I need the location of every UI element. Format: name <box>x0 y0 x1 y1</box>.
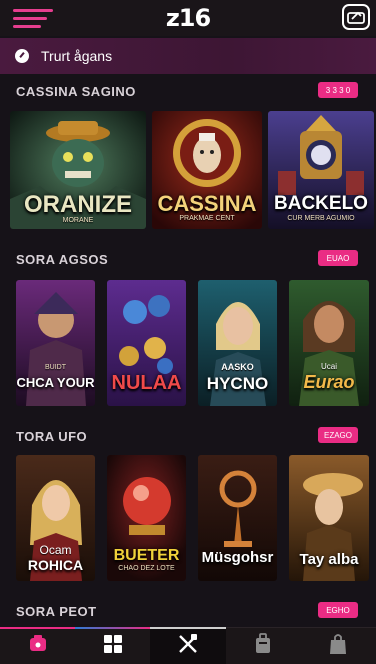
section-title: CASSINA SAGINO <box>16 84 136 99</box>
header: z16 <box>0 0 376 36</box>
search-input[interactable] <box>41 48 341 64</box>
game-title: HYCNO <box>206 374 269 393</box>
nav-tools[interactable] <box>150 627 226 664</box>
game-card[interactable]: ORANIZE MORANE <box>10 111 146 229</box>
game-title: BACKELO <box>274 193 368 214</box>
section-title: SORA PEOT <box>16 604 97 619</box>
section-tora-ufo: TORA UFO EZAGO <box>0 425 376 449</box>
app-logo: z16 <box>165 4 211 32</box>
game-row-1: ORANIZE MORANE CASSINA PRAKMAE CENT BACK… <box>0 111 376 229</box>
game-title: CASSINA <box>157 191 257 216</box>
game-card[interactable]: NULAA <box>107 280 186 406</box>
bag-icon <box>328 633 348 660</box>
game-title: Eurao <box>303 372 355 392</box>
section-badge[interactable]: 3 3 3 0 <box>318 82 358 98</box>
game-title: Tay alba <box>299 551 359 568</box>
search-bar[interactable] <box>0 38 376 74</box>
hamburger-icon[interactable] <box>13 7 53 29</box>
nav-grid[interactable] <box>75 627 151 664</box>
game-subtitle: BUIDT <box>45 364 66 371</box>
section-cassina-sagino: CASSINA SAGINO 3 3 3 0 <box>0 80 376 104</box>
game-row-3: Ocam ROHICA BUETER CHAO DEZ LOTE Müsgohs… <box>0 455 376 581</box>
game-card[interactable]: BUETER CHAO DEZ LOTE <box>107 455 186 581</box>
game-subtitle: AASKO <box>221 362 254 372</box>
game-row-2: BUIDT CHCA YOUR NULAA AASKO HYCNO Ucai E… <box>0 280 376 406</box>
section-title: TORA UFO <box>16 429 88 444</box>
nav-tag[interactable] <box>0 627 76 664</box>
section-badge[interactable]: EGHO <box>318 602 358 618</box>
game-card[interactable]: Ucai Eurao <box>289 280 369 406</box>
compass-icon <box>15 49 29 63</box>
game-card[interactable]: CASSINA PRAKMAE CENT <box>152 111 262 229</box>
luggage-icon <box>253 632 273 660</box>
game-subtitle: MORANE <box>62 217 94 224</box>
section-badge[interactable]: EZAGO <box>317 427 358 443</box>
bottom-nav <box>0 627 376 664</box>
nav-bag[interactable] <box>301 628 376 664</box>
wallet-icon[interactable] <box>342 4 370 30</box>
game-title: BUETER <box>113 547 180 564</box>
game-subtitle: Ucai <box>320 362 337 371</box>
section-sora-peot: SORA PEOT EGHO <box>0 600 376 624</box>
game-card[interactable]: BACKELO CUR MERB AGUMIO <box>268 111 374 229</box>
game-title: CHCA YOUR <box>16 375 95 390</box>
game-subtitle: CHAO DEZ LOTE <box>118 565 175 572</box>
game-title: NULAA <box>111 372 182 394</box>
game-card[interactable]: Ocam ROHICA <box>16 455 95 581</box>
grid-icon <box>103 634 123 659</box>
game-card[interactable]: Müsgohsr <box>198 455 277 581</box>
game-title: ROHICA <box>27 557 84 573</box>
game-subtitle: CUR MERB AGUMIO <box>287 215 355 222</box>
section-title: SORA AGSOS <box>16 252 109 267</box>
game-title: ORANIZE <box>24 191 132 218</box>
section-sora-agsos: SORA AGSOS EUAO <box>0 248 376 272</box>
app-root: z16 CASSINA SAGINO 3 3 3 0 <box>0 0 376 664</box>
game-card[interactable]: BUIDT CHCA YOUR <box>16 280 95 406</box>
tag-icon <box>28 634 48 659</box>
nav-luggage[interactable] <box>226 628 301 664</box>
section-badge[interactable]: EUAO <box>318 250 358 266</box>
game-subtitle: Ocam <box>39 543 72 557</box>
game-subtitle: PRAKMAE CENT <box>179 215 235 222</box>
game-card[interactable]: Tay alba <box>289 455 369 581</box>
game-card[interactable]: AASKO HYCNO <box>198 280 277 406</box>
crossed-tools-icon <box>177 633 199 660</box>
game-title: Müsgohsr <box>201 549 274 566</box>
